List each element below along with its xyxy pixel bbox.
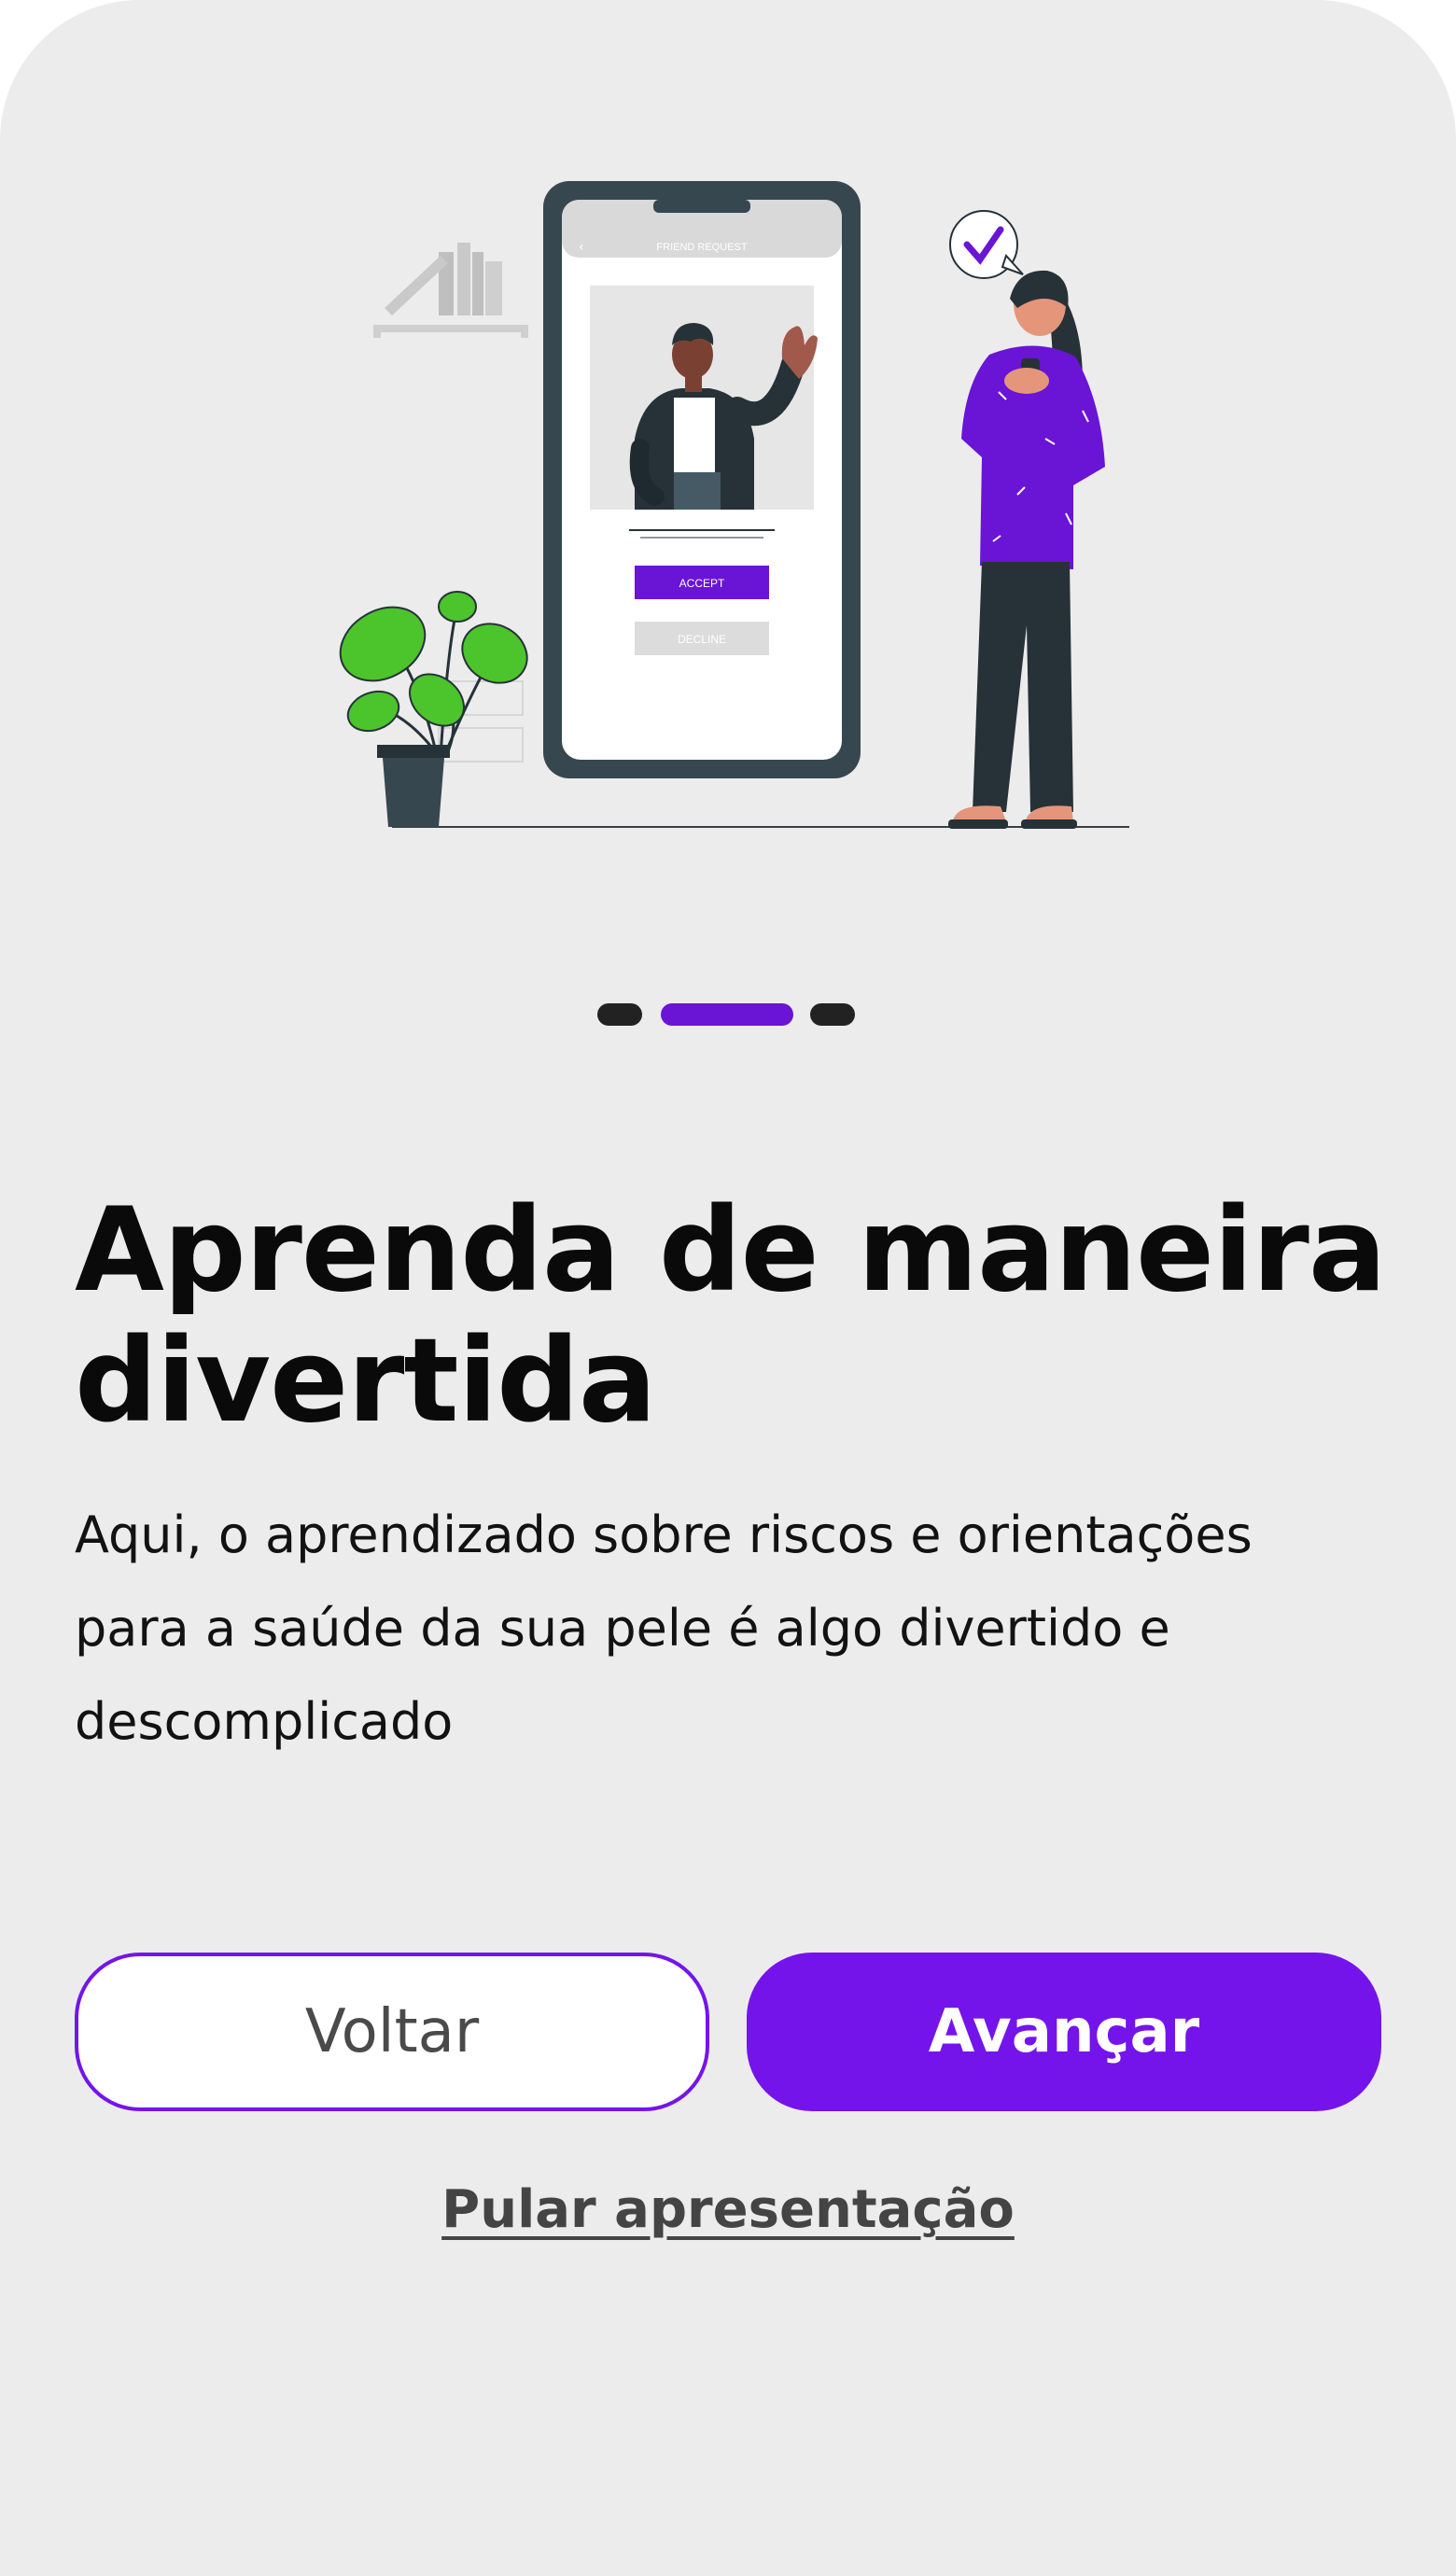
description-text: Aqui, o aprendizado sobre riscos e orien…: [75, 1489, 1400, 1769]
back-button-label: Voltar: [304, 1997, 480, 2066]
pagination-dot-1: [597, 1003, 642, 1026]
description-line-1: Aqui, o aprendizado sobre riscos e orien…: [75, 1505, 1253, 1564]
phone-back-icon: ‹: [579, 240, 584, 255]
phone-header-text: FRIEND REQUEST: [656, 242, 747, 253]
friend-request-illustration: FRIEND REQUEST ‹ ACCEPT DECLINE: [339, 181, 1129, 829]
woman-with-phone-figure: [948, 270, 1105, 829]
next-button-label: Avançar: [928, 1997, 1200, 2066]
pagination-dot-2-active: [661, 1003, 793, 1026]
check-bubble-icon: [949, 210, 1024, 279]
decline-label: DECLINE: [678, 633, 726, 646]
page-title: Aprenda de maneira divertida: [75, 1185, 1400, 1447]
back-button[interactable]: Voltar: [75, 1953, 709, 2111]
title-line-2: divertida: [75, 1314, 657, 1449]
next-button[interactable]: Avançar: [747, 1953, 1381, 2111]
title-line-1: Aprenda de maneira: [75, 1183, 1386, 1318]
skip-intro-link[interactable]: Pular apresentação: [0, 2179, 1456, 2240]
description-line-3: descomplicado: [75, 1692, 454, 1751]
phone-mockup: FRIEND REQUEST ‹ ACCEPT DECLINE: [543, 181, 861, 778]
plant-icon: [339, 591, 528, 827]
description-line-2: para a saúde da sua pele é algo divertid…: [75, 1599, 1170, 1658]
pagination-dot-3: [810, 1003, 855, 1026]
accept-label: ACCEPT: [679, 577, 725, 590]
onboarding-screen: FRIEND REQUEST ‹ ACCEPT DECLINE Aprenda …: [0, 0, 1456, 2576]
bookshelf-icon: [373, 243, 528, 338]
skip-intro-label: Pular apresentação: [441, 2179, 1015, 2240]
